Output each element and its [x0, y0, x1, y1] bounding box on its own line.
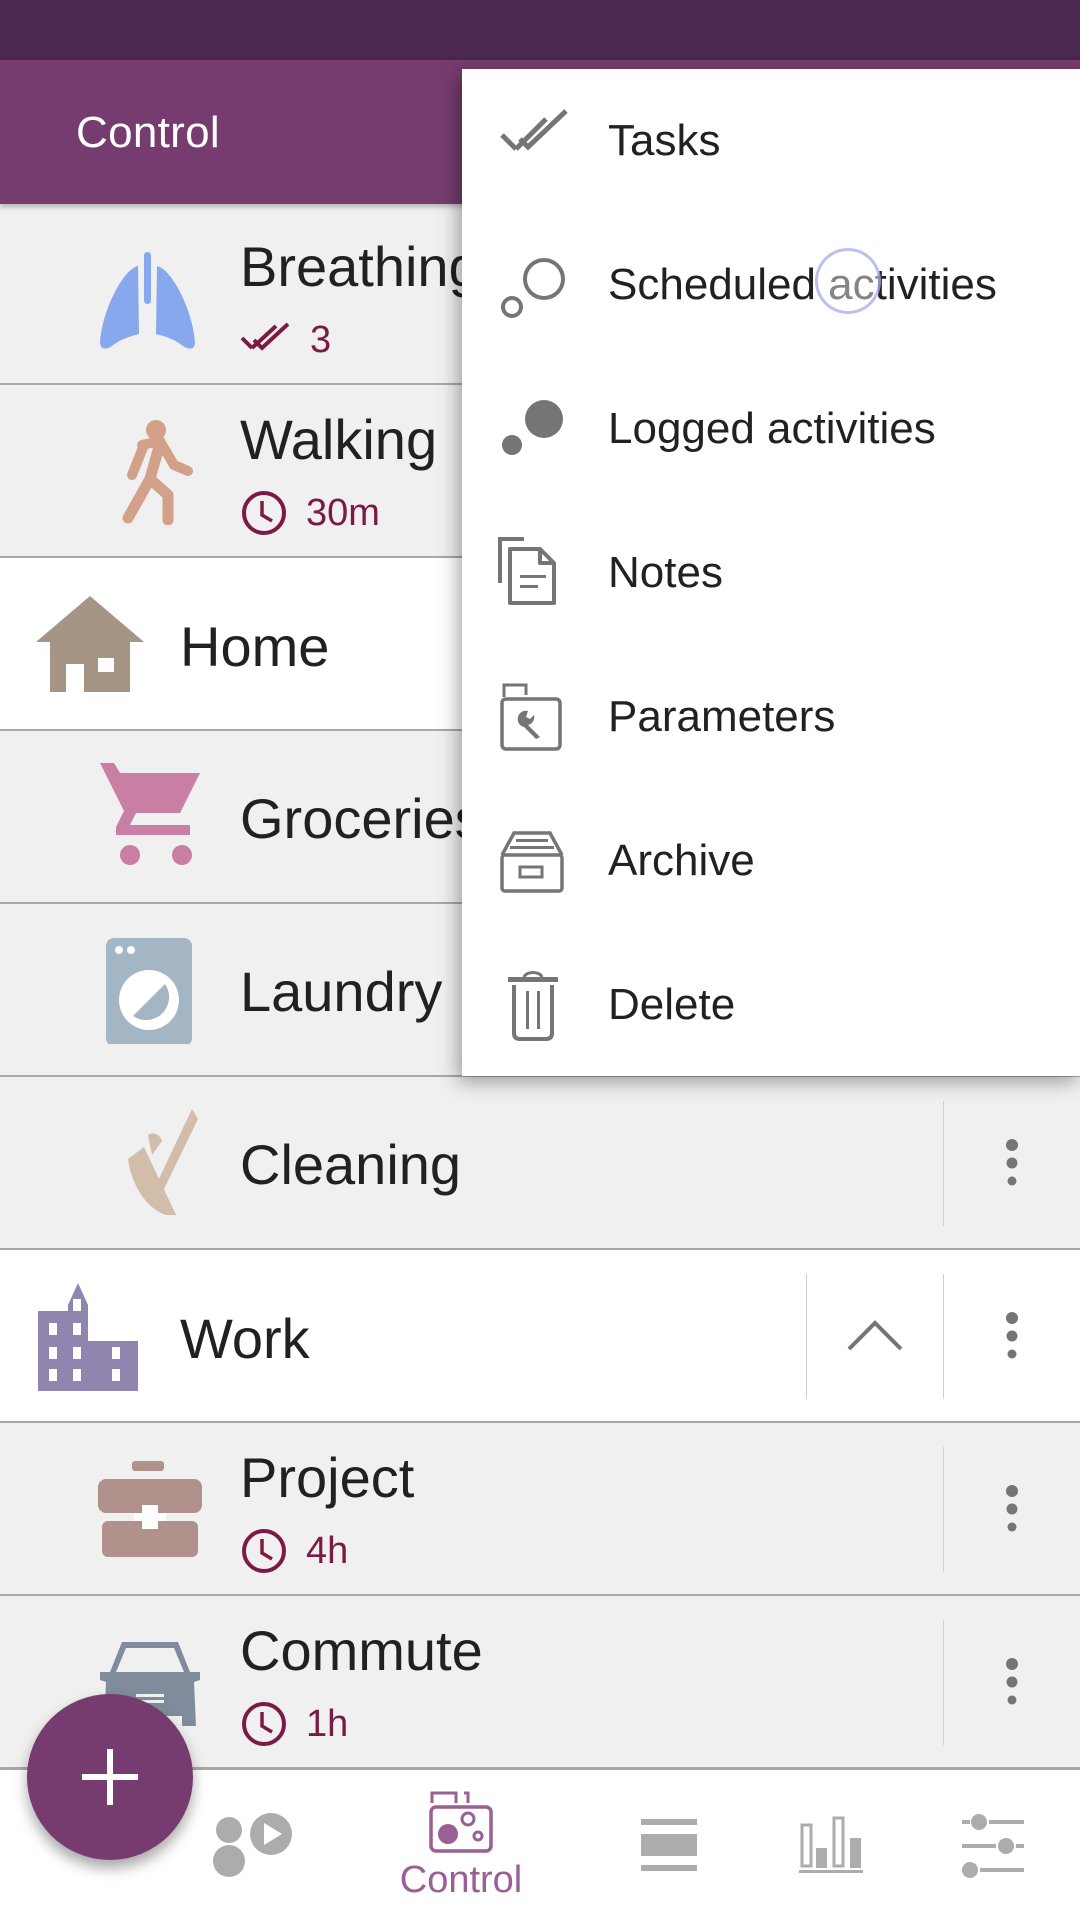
trash-icon	[508, 971, 558, 1041]
wrench-folder-icon	[500, 683, 562, 751]
menu-item-label: Tasks	[608, 116, 721, 165]
more-options-button[interactable]	[944, 1423, 1080, 1594]
collapse-button[interactable]	[807, 1250, 943, 1421]
more-vert-icon	[1006, 1484, 1018, 1531]
group-title: Work	[180, 1307, 310, 1370]
archive-box-icon	[500, 831, 564, 893]
control-panel-icon	[429, 1791, 493, 1853]
nav-label: Control	[399, 1858, 523, 1901]
broom-icon	[128, 1109, 198, 1215]
status-bar	[0, 0, 1080, 60]
menu-item-logged-activities[interactable]: Logged activities	[462, 357, 1080, 501]
menu-item-label: Delete	[608, 980, 736, 1029]
item-meta: 4h	[240, 1526, 348, 1576]
clock-icon	[242, 491, 286, 535]
add-button[interactable]	[27, 1694, 193, 1860]
walking-person-icon	[122, 420, 193, 525]
item-title: Project	[240, 1446, 415, 1509]
shopping-cart-icon	[100, 763, 200, 865]
filled-circles-icon	[502, 400, 563, 455]
menu-item-parameters[interactable]: Parameters	[462, 645, 1080, 789]
group-title: Home	[180, 615, 330, 678]
clock-icon	[242, 1529, 286, 1573]
item-title: Commute	[240, 1619, 483, 1682]
page-title: Control	[76, 108, 220, 157]
menu-item-tasks[interactable]: Tasks	[462, 69, 1080, 213]
double-check-icon	[500, 109, 568, 151]
menu-item-scheduled-activities[interactable]: Scheduled activities	[462, 213, 1080, 357]
more-options-button[interactable]	[944, 1596, 1080, 1767]
hollow-circles-icon	[501, 258, 565, 318]
office-building-icon	[38, 1283, 138, 1391]
item-title: Walking	[240, 408, 438, 471]
duration: 4h	[306, 1529, 349, 1572]
item-title: Cleaning	[240, 1133, 462, 1196]
duration: 1h	[306, 1702, 349, 1745]
menu-item-notes[interactable]: Notes	[462, 501, 1080, 645]
menu-item-label: Parameters	[608, 692, 836, 741]
briefcase-icon	[98, 1461, 202, 1557]
timeline-icon	[641, 1819, 697, 1871]
menu-item-label: Notes	[608, 548, 723, 597]
item-meta: 30m	[240, 488, 380, 538]
more-vert-icon	[1006, 1657, 1018, 1704]
washing-machine-icon	[106, 938, 192, 1044]
sliders-icon	[962, 1814, 1024, 1878]
item-title: Groceries	[240, 787, 483, 850]
bar-chart-icon	[799, 1816, 863, 1873]
menu-item-label: Archive	[608, 836, 755, 885]
nav-item-control[interactable]: Control	[386, 1770, 536, 1920]
group-work[interactable]: Work	[0, 1250, 1080, 1423]
house-icon	[36, 596, 144, 692]
double-check-icon	[240, 322, 290, 351]
lungs-icon	[100, 252, 195, 349]
more-options-button[interactable]	[944, 1077, 1080, 1248]
plus-icon	[82, 1749, 138, 1805]
clock-icon	[242, 1702, 286, 1746]
list-item-project[interactable]: Project 4h	[0, 1423, 1080, 1596]
menu-item-label: Scheduled activities	[608, 260, 997, 309]
more-vert-icon	[1006, 1138, 1018, 1185]
chevron-up-icon	[847, 1319, 903, 1350]
menu-item-delete[interactable]: Delete	[462, 933, 1080, 1077]
item-title: Breathing	[240, 235, 480, 298]
context-menu: Tasks Scheduled activities Logged activi…	[462, 69, 1080, 1076]
nav-item-timeline[interactable]	[594, 1770, 744, 1920]
list-item-cleaning[interactable]: Cleaning	[0, 1077, 1080, 1250]
nav-item-activities[interactable]	[180, 1770, 330, 1920]
more-vert-icon	[1006, 1311, 1018, 1358]
item-meta: 3	[240, 315, 331, 365]
menu-item-archive[interactable]: Archive	[462, 789, 1080, 933]
menu-item-label: Logged activities	[608, 404, 936, 453]
notes-icon	[498, 537, 556, 605]
activities-play-icon	[213, 1813, 292, 1877]
task-count: 3	[310, 318, 332, 361]
more-options-button[interactable]	[944, 1250, 1080, 1421]
nav-item-settings[interactable]	[918, 1770, 1068, 1920]
duration: 30m	[306, 491, 380, 534]
item-meta: 1h	[240, 1699, 348, 1749]
item-title: Laundry	[240, 960, 443, 1023]
nav-item-statistics[interactable]	[756, 1770, 906, 1920]
